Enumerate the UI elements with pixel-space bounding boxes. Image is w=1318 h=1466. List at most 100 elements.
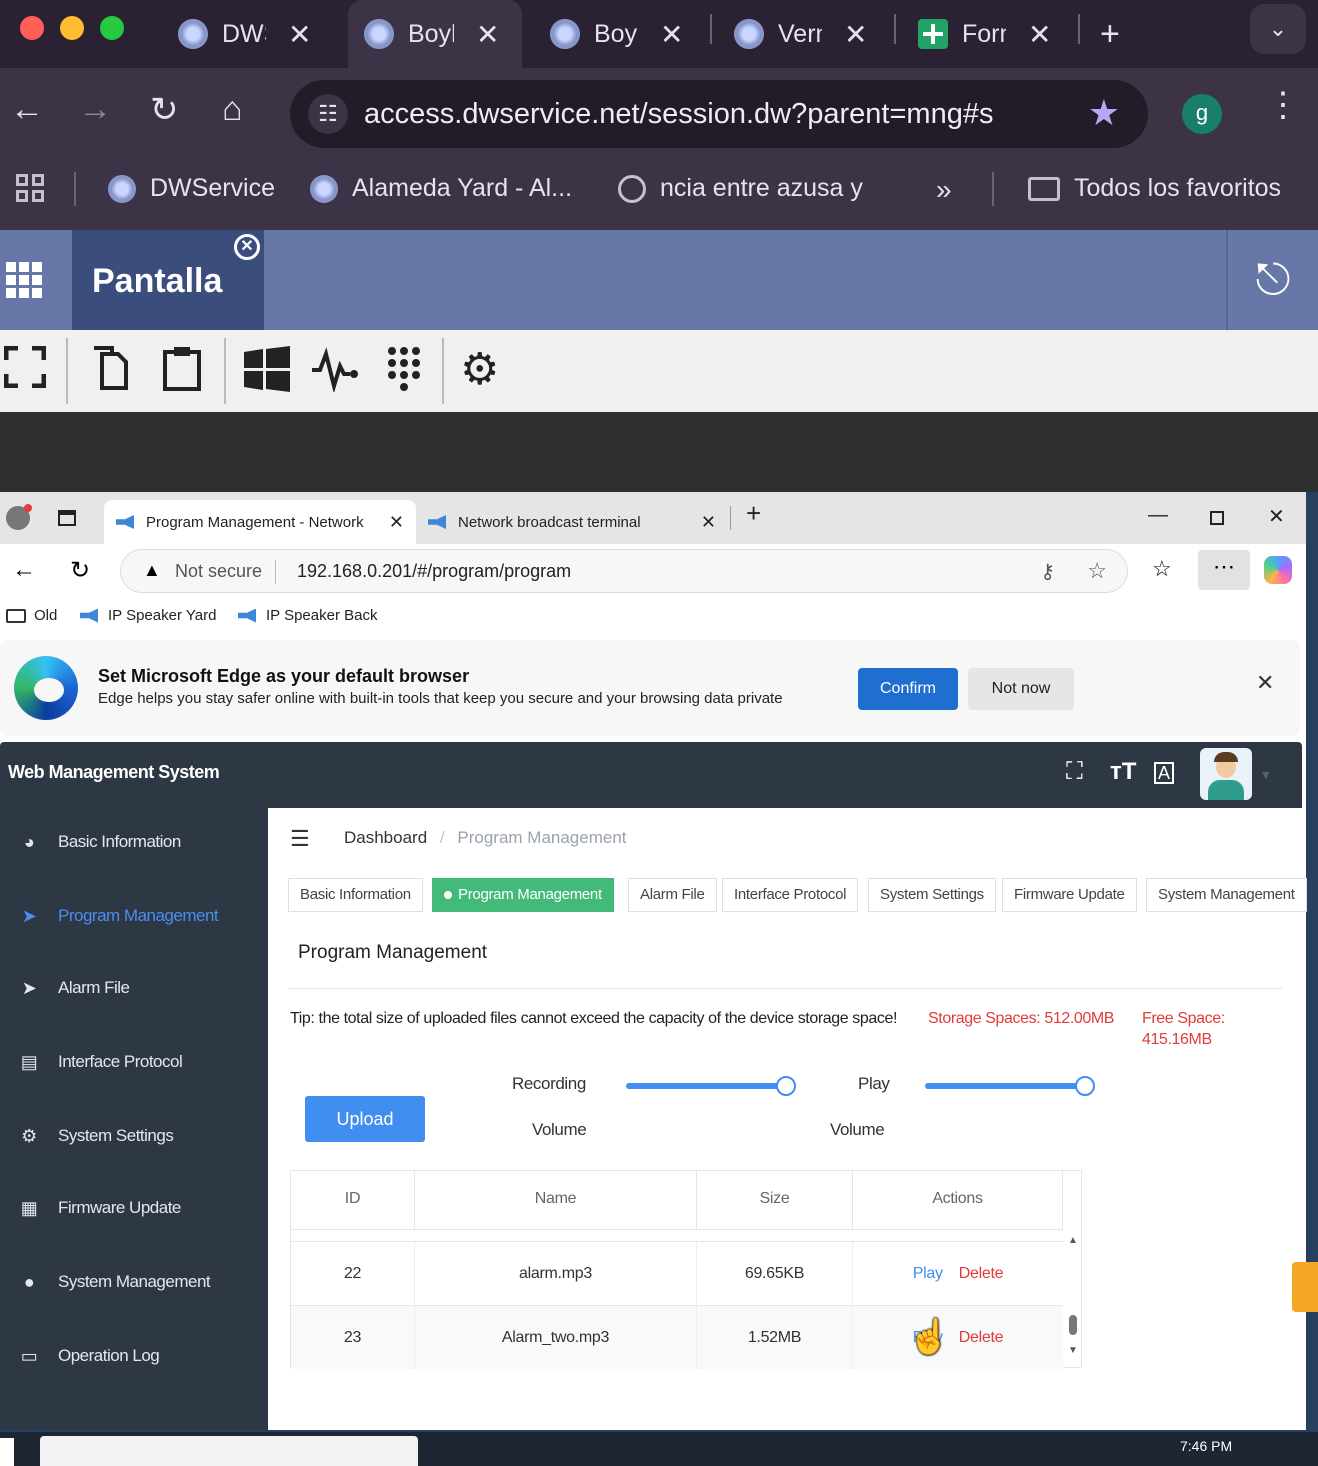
caret-down-icon[interactable]: ▼ [1260,768,1272,782]
scroll-up-icon[interactable]: ▲ [1068,1235,1078,1246]
close-tab-icon[interactable]: ✕ [288,18,311,51]
slider-handle[interactable] [1075,1076,1095,1096]
logout-icon[interactable]: ⎋ [1226,230,1318,330]
fullscreen-icon[interactable] [3,345,47,394]
bookmark-star-icon[interactable]: ★ [1088,92,1120,134]
remote-desktop[interactable]: Program Management - Network ✕ Network b… [0,492,1318,1466]
close-tab-icon[interactable]: ✕ [389,512,404,533]
close-tab-icon[interactable]: ✕ [844,18,867,51]
chrome-tab[interactable]: Boyle ✕ [550,0,683,68]
gear-icon[interactable]: ⚙ [460,346,499,394]
close-tab-icon[interactable]: ✕ [701,512,716,533]
play-volume-slider[interactable] [925,1076,1095,1096]
play-button[interactable]: Play [913,1265,943,1282]
bookmark-dwservice[interactable]: DWService [108,174,275,203]
upload-button[interactable]: Upload [305,1096,425,1142]
edge-tab-program-management[interactable]: Program Management - Network ✕ [104,500,416,544]
breadcrumb-dashboard[interactable]: Dashboard [344,828,427,847]
sidebar-item-system-management[interactable]: ● System Management [0,1262,268,1302]
sidebar-item-firmware-update[interactable]: ▦ Firmware Update [0,1188,268,1228]
tab-system-management[interactable]: System Management [1146,878,1307,912]
close-circle-icon[interactable]: ✕ [234,234,260,260]
profile-avatar[interactable]: g [1182,94,1222,134]
windows-icon[interactable] [244,346,290,394]
menu-kebab-icon[interactable]: ⋮ [1266,88,1300,122]
close-tab-icon[interactable]: ✕ [476,18,499,51]
tab-basic-information[interactable]: Basic Information [288,878,423,912]
favorite-ip-speaker-yard[interactable]: IP Speaker Yard [80,607,216,624]
edge-address-bar[interactable]: ▲ Not secure 192.168.0.201/#/program/pro… [120,549,1128,593]
translate-icon[interactable]: A [1154,762,1175,784]
key-icon[interactable]: ⚷ [1040,559,1055,584]
maximize-button[interactable] [1210,511,1224,525]
dwagent-tray-icon[interactable] [1292,1262,1318,1312]
reload-icon[interactable]: ↻ [150,90,179,130]
close-window-button[interactable] [20,16,44,40]
bookmark-ncia[interactable]: ncia entre azusa y [618,174,863,203]
clipboard-icon[interactable] [162,346,202,394]
minimize-button[interactable]: — [1148,504,1168,527]
taskbar-search-box[interactable] [40,1436,418,1466]
close-tab-icon[interactable]: ✕ [1028,18,1051,51]
tab-program-management[interactable]: Program Management [432,878,614,912]
slider-handle[interactable] [776,1076,796,1096]
sidebar-item-interface-protocol[interactable]: ▤ Interface Protocol [0,1042,268,1082]
apps-grid-icon[interactable] [6,262,42,298]
keypad-icon[interactable] [386,346,422,394]
start-icon[interactable] [0,1438,14,1466]
site-settings-icon[interactable]: ☷ [308,94,348,134]
home-icon[interactable]: ⌂ [222,90,243,129]
reload-icon[interactable]: ↻ [70,556,90,585]
minimize-window-button[interactable] [60,16,84,40]
font-size-icon[interactable]: тT [1110,758,1136,786]
collapse-menu-icon[interactable]: ☰ [290,826,310,852]
favorites-icon[interactable]: ☆ [1152,556,1172,582]
apps-grid-icon[interactable] [16,174,44,202]
delete-button[interactable]: Delete [959,1265,1004,1282]
scroll-thumb[interactable] [1069,1315,1077,1335]
new-tab-button[interactable]: + [746,498,761,529]
tab-actions-icon[interactable] [58,510,76,526]
sidebar-item-alarm-file[interactable]: ➤ Alarm File [0,968,268,1008]
chrome-tab[interactable]: DWService ✕ [178,0,311,68]
sidebar-item-program-management[interactable]: ➤ Program Management [0,896,268,936]
close-tab-icon[interactable]: ✕ [660,18,683,51]
close-window-button[interactable]: ✕ [1268,504,1285,529]
settings-more-icon[interactable]: ⋯ [1198,550,1250,590]
bookmark-alameda-yard[interactable]: Alameda Yard - Al... [310,174,572,203]
back-arrow-icon[interactable]: ← [12,556,36,584]
delete-button[interactable]: Delete [959,1329,1004,1346]
close-banner-icon[interactable]: ✕ [1256,670,1274,696]
more-bookmarks-chevron-icon[interactable]: » [936,174,952,206]
chrome-tab[interactable]: Vernon ✕ [734,0,867,68]
recording-volume-slider[interactable] [626,1076,796,1096]
scroll-down-icon[interactable]: ▼ [1068,1345,1078,1356]
new-tab-button[interactable]: + [1100,0,1120,68]
sidebar-item-basic-information[interactable]: ◕ Basic Information [0,822,268,862]
favorite-ip-speaker-back[interactable]: IP Speaker Back [238,607,377,624]
all-bookmarks-button[interactable]: Todos los favoritos [1028,174,1281,203]
tab-interface-protocol[interactable]: Interface Protocol [722,878,859,912]
zoom-window-button[interactable] [100,16,124,40]
table-scrollbar[interactable]: ▲ ▼ [1063,1229,1083,1369]
favorite-star-icon[interactable]: ☆ [1087,558,1107,584]
not-now-button[interactable]: Not now [968,668,1074,710]
sidebar-item-system-settings[interactable]: ⚙ System Settings [0,1116,268,1156]
tab-alarm-file[interactable]: Alarm File [628,878,717,912]
copy-icon[interactable] [92,346,128,394]
session-tab-screen[interactable]: Pantalla ✕ [72,230,264,330]
chrome-tab[interactable]: Form ✕ [918,0,1051,68]
tab-system-settings[interactable]: System Settings [868,878,996,912]
favorite-folder-old[interactable]: Old [6,607,57,624]
tab-firmware-update[interactable]: Firmware Update [1002,878,1137,912]
address-url[interactable]: access.dwservice.net/session.dw?parent=m… [364,98,993,131]
avatar[interactable] [1200,748,1252,800]
sidebar-item-operation-log[interactable]: ▭ Operation Log [0,1336,268,1376]
confirm-button[interactable]: Confirm [858,668,958,710]
tab-search-chevron-icon[interactable]: ⌄ [1250,4,1306,54]
copilot-icon[interactable] [1264,556,1292,584]
fullscreen-icon[interactable]: ⛶ [1066,758,1083,786]
address-bar[interactable]: ☷ access.dwservice.net/session.dw?parent… [290,80,1148,148]
activity-pulse-icon[interactable] [312,346,358,394]
edge-tab-network-broadcast[interactable]: Network broadcast terminal ✕ [416,500,728,544]
